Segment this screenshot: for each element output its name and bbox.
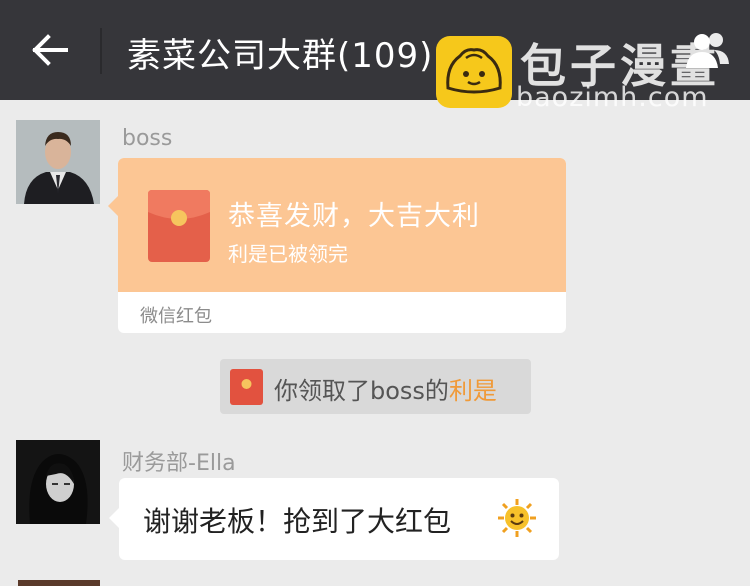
red-packet-wish: 恭喜发财，大吉大利 [228,201,480,232]
system-notice: 你领取了boss的利是 [220,359,531,414]
bubble-tail [109,508,119,528]
group-contacts-icon [686,33,729,68]
red-envelope-small-icon [230,369,263,405]
boss-avatar-image [16,120,100,204]
text-message[interactable]: 谢谢老板！抢到了大红包 [109,478,559,560]
red-packet-footer: 微信红包 [140,306,212,327]
back-button[interactable] [22,24,78,76]
red-envelope-icon [148,190,210,262]
chat-header: 素菜公司大群(109) 包子漫畫 baozimh.com [0,0,750,113]
sun-emoji-icon [497,498,537,538]
red-packet-body: 恭喜发财，大吉大利 利是已被领完 [118,158,566,292]
arrow-left-icon [32,34,68,66]
next-avatar-edge [18,580,100,586]
watermark-logo [436,36,512,108]
system-notice-prefix: 你领取了boss的 [274,377,449,405]
watermark-domain: baozimh.com [516,82,709,113]
avatar-boss[interactable] [16,120,100,204]
avatar-ella[interactable] [16,440,100,524]
red-packet-message[interactable]: 恭喜发财，大吉大利 利是已被领完 微信红包 [108,158,566,333]
bun-logo-icon [446,48,502,94]
chat-title: 素菜公司大群(109) [127,36,434,76]
message-text: 谢谢老板！抢到了大红包 [143,505,452,538]
ella-avatar-image [16,440,100,524]
red-packet-status: 利是已被领完 [228,242,348,266]
sender-name-boss: boss [122,126,173,151]
red-packet-link[interactable]: 利是 [449,377,497,405]
sender-name-ella: 财务部-Ella [122,451,236,476]
system-notice-text: 你领取了boss的利是 [274,371,497,406]
group-contacts-button[interactable] [684,30,730,70]
header-divider [100,28,102,74]
bubble-tail [108,196,118,216]
